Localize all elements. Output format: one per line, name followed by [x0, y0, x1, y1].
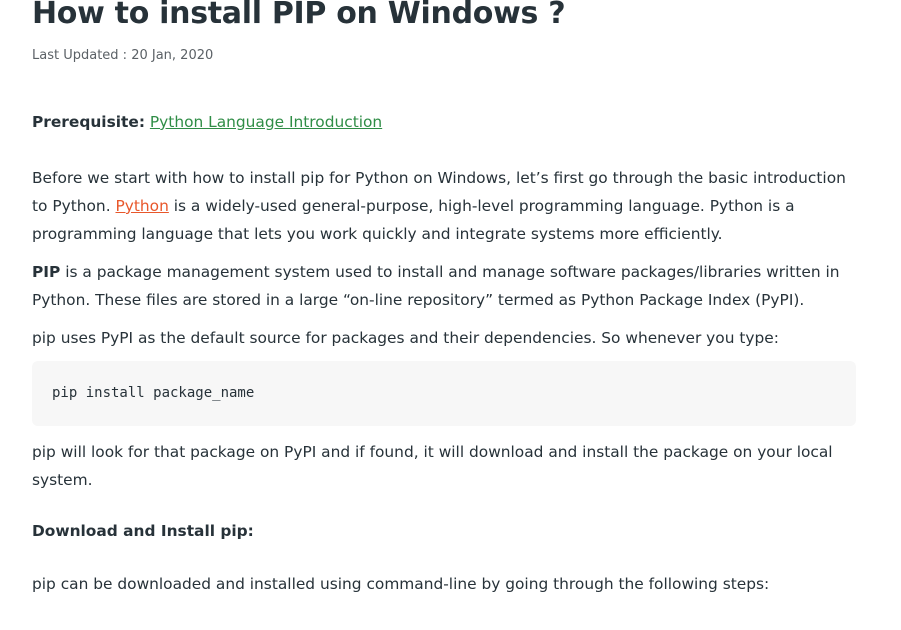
code-block: pip install package_name	[32, 361, 856, 426]
download-install-heading: Download and Install pip:	[32, 522, 254, 540]
pip-lookup-paragraph: pip will look for that package on PyPI a…	[32, 443, 833, 489]
python-link[interactable]: Python	[115, 197, 168, 215]
pip-description-text: is a package management system used to i…	[32, 263, 840, 309]
article-title: How to install PIP on Windows ?	[32, 0, 566, 31]
steps-intro-paragraph: pip can be downloaded and installed usin…	[32, 575, 770, 593]
prerequisite-link[interactable]: Python Language Introduction	[150, 113, 382, 131]
pip-description-paragraph: PIP is a package management system used …	[32, 258, 857, 314]
prerequisite-label: Prerequisite:	[32, 113, 145, 131]
pypi-usage-paragraph: pip uses PyPI as the default source for …	[32, 329, 779, 347]
pip-bold-term: PIP	[32, 263, 61, 281]
code-text: pip install package_name	[52, 385, 255, 401]
prerequisite-paragraph: Prerequisite: Python Language Introducti…	[32, 108, 857, 136]
last-updated-date: Last Updated : 20 Jan, 2020	[32, 48, 214, 63]
intro-paragraph: Before we start with how to install pip …	[32, 164, 857, 248]
